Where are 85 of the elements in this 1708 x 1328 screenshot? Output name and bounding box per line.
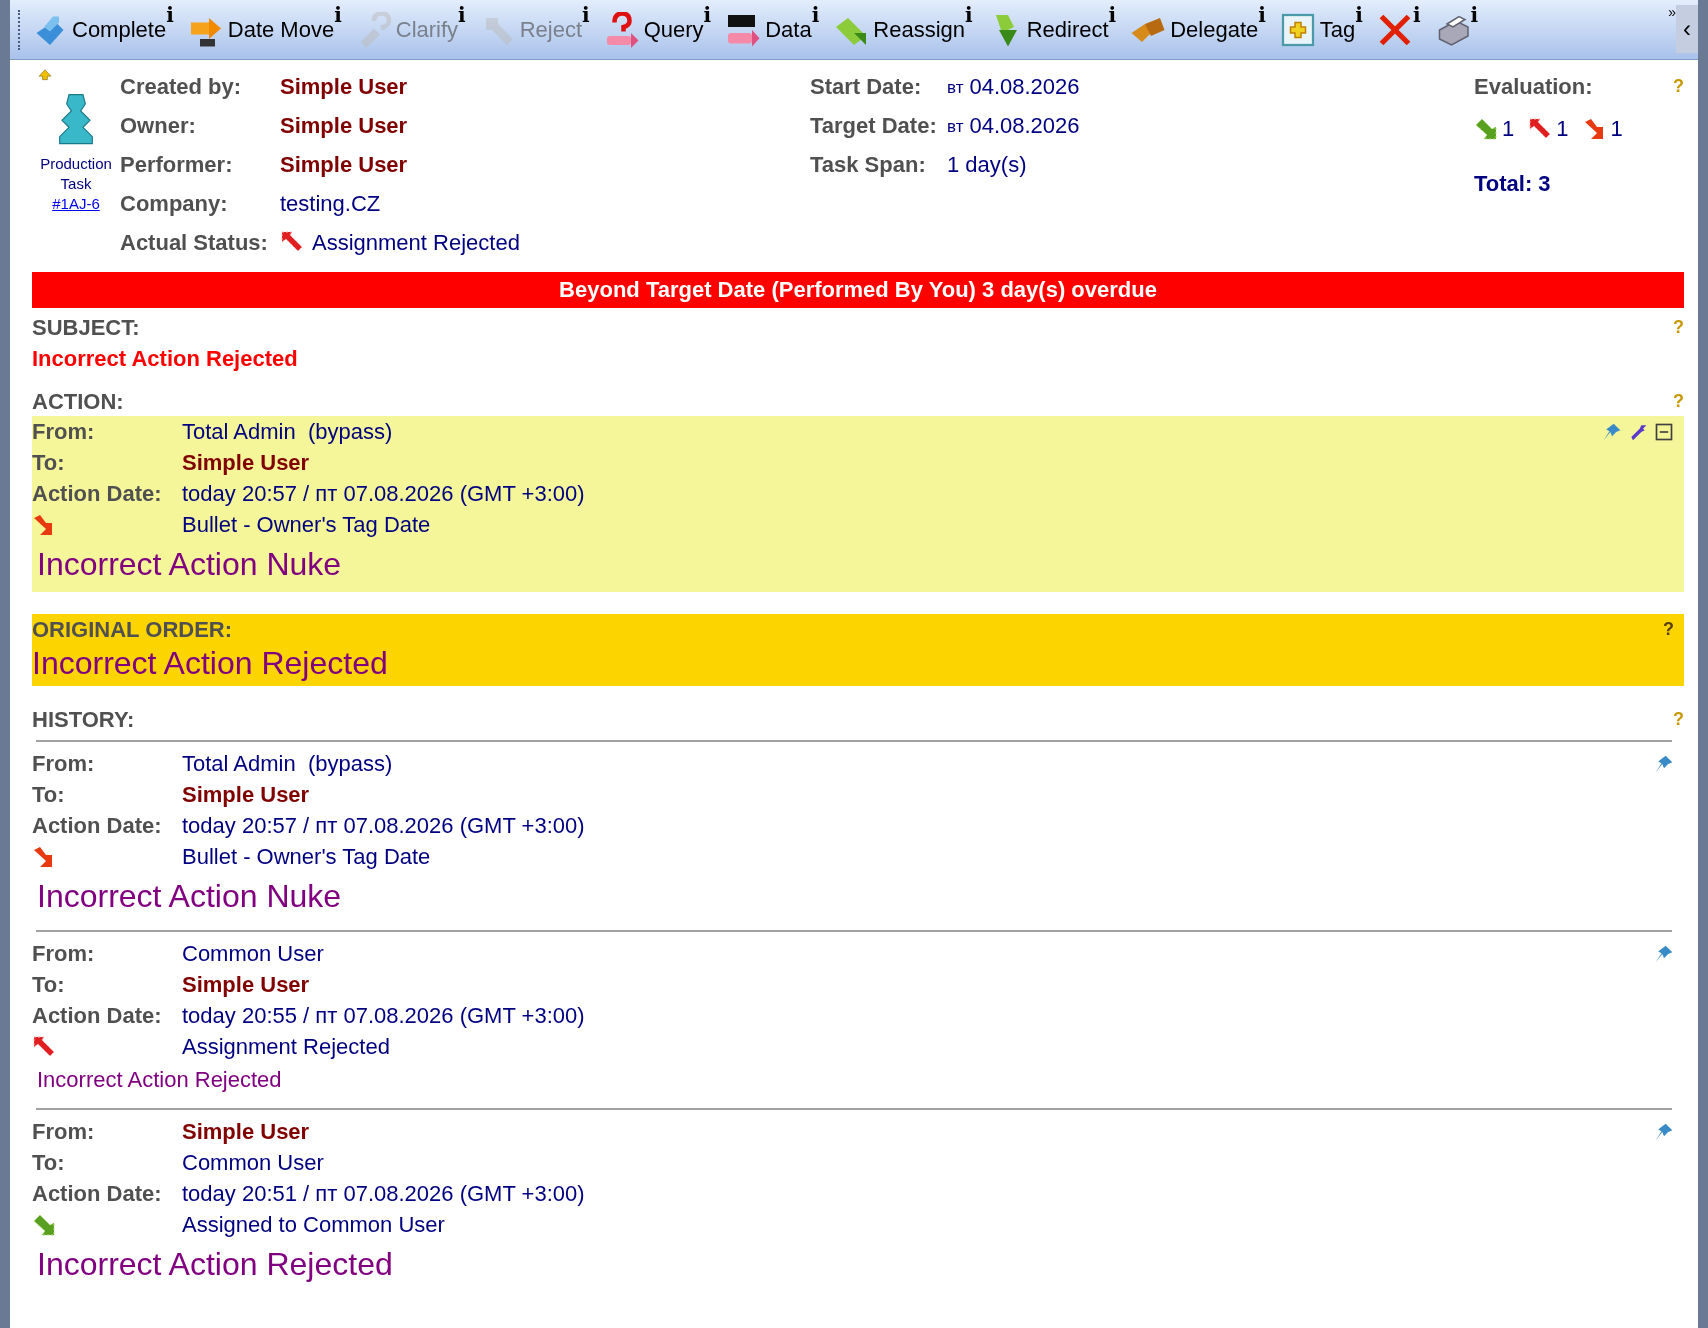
field-label: Target Date: — [810, 111, 938, 140]
field-value: Assignment Rejected — [312, 228, 520, 257]
field-label: From: — [32, 750, 96, 778]
toolbar-button[interactable]: Query i — [600, 2, 715, 57]
field-label: From: — [32, 1118, 96, 1146]
field-label: Created by: — [120, 72, 243, 101]
field-label: Company: — [120, 189, 229, 218]
collapse-button[interactable]: ‹ — [1676, 5, 1698, 53]
field-label: Action Date: — [32, 812, 163, 840]
toolbar-button[interactable]: Tag i — [1276, 2, 1366, 57]
section-label: HISTORY: — [32, 705, 135, 734]
field-value: Simple User — [182, 781, 310, 809]
overflow-chevron[interactable]: » — [1668, 2, 1676, 23]
field-value: Common User — [182, 1149, 324, 1177]
up-arrow-icon — [36, 68, 54, 82]
field-label: From: — [32, 940, 96, 968]
field-label: Start Date: — [810, 72, 923, 101]
striped-arrow-icon — [1474, 116, 1498, 141]
field-value: today 20:51 / пт 07.08.2026 (GMT +3:00) — [182, 1180, 585, 1208]
striped-arrow-icon — [32, 1034, 56, 1059]
field-label: Action Date: — [32, 1180, 163, 1208]
field-value: 04.08.2026 — [969, 111, 1080, 140]
tag-add-icon — [1279, 11, 1316, 48]
field-value: 1 day(s) — [947, 150, 1027, 179]
evaluation-label: Evaluation: — [1474, 72, 1593, 101]
help-icon[interactable]: ? — [1663, 615, 1674, 643]
toolbar-button[interactable]: Reassign i — [830, 2, 976, 57]
field-value: Simple User — [280, 111, 408, 140]
field-label: Actual Status: — [120, 228, 269, 257]
field-label: Owner: — [120, 111, 197, 140]
field-value: today 20:55 / пт 07.08.2026 (GMT +3:00) — [182, 1002, 585, 1030]
task-type: Production Task — [39, 154, 113, 194]
field-value: Common User — [182, 940, 324, 968]
original-order-text: Incorrect Action Rejected — [32, 644, 389, 682]
field-label: To: — [32, 449, 66, 477]
field-value: Total Admin (bypass) — [182, 418, 393, 446]
field-value: Simple User — [182, 1118, 310, 1146]
section-label: SUBJECT: — [32, 313, 140, 342]
status-text: Bullet - Owner's Tag Date — [182, 511, 431, 539]
field-label: Action Date: — [32, 1002, 163, 1030]
status-text: Assigned to Common User — [182, 1211, 445, 1239]
field-label: From: — [32, 418, 96, 446]
toolbar-button[interactable]: Delegate i — [1127, 2, 1269, 57]
subject-text: Incorrect Action Rejected — [32, 345, 299, 373]
message-text: Incorrect Action Nuke — [36, 877, 343, 916]
weekday-label: вт — [947, 76, 964, 99]
weekday-label: вт — [947, 115, 964, 138]
field-label: Action Date: — [32, 480, 163, 508]
field-label: To: — [32, 971, 66, 999]
task-id-link[interactable]: #1AJ-6 — [52, 194, 100, 214]
toolbar-button[interactable]: Data i — [722, 2, 823, 57]
collapse-icon — [1654, 422, 1674, 442]
evaluation-count: 1 — [1502, 115, 1515, 143]
toolbar-button[interactable]: Redirect i — [983, 2, 1120, 57]
section-label: ACTION: — [32, 387, 124, 416]
toolbar-button[interactable]: i — [1431, 2, 1482, 57]
evaluation-total: Total: 3 — [1474, 170, 1552, 198]
field-label: Performer: — [120, 150, 234, 179]
field-value: today 20:57 / пт 07.08.2026 (GMT +3:00) — [182, 812, 585, 840]
toolbar-button[interactable]: i — [1373, 2, 1424, 57]
status-text: Assignment Rejected — [182, 1033, 390, 1061]
field-label: Task Span: — [810, 150, 927, 179]
status-text: Bullet - Owner's Tag Date — [182, 843, 431, 871]
message-text: Incorrect Action Nuke — [36, 545, 343, 584]
section-label: ORIGINAL ORDER: — [32, 615, 233, 644]
evaluation-count: 1 — [1610, 115, 1623, 143]
field-value: Simple User — [182, 971, 310, 999]
striped-arrow-icon — [32, 1212, 56, 1237]
field-value: Simple User — [280, 72, 408, 101]
striped-arrow-icon — [280, 230, 304, 254]
evaluation-count: 1 — [1556, 115, 1569, 143]
field-label: To: — [32, 1149, 66, 1177]
striped-arrow-icon — [1528, 116, 1553, 141]
toolbar-button[interactable]: Date Move i — [184, 2, 345, 57]
field-value: today 20:57 / пт 07.08.2026 (GMT +3:00) — [182, 480, 585, 508]
field-label: To: — [32, 781, 66, 809]
message-text: Incorrect Action Rejected — [36, 1245, 394, 1284]
overdue-banner: Beyond Target Date (Performed By You) 3 day(s) overdue — [32, 272, 1684, 308]
field-value: Simple User — [182, 449, 310, 477]
field-value: Simple User — [280, 150, 408, 179]
field-value: testing.CZ — [280, 189, 381, 218]
toolbar-button[interactable]: Complete i — [29, 2, 177, 57]
field-value: 04.08.2026 — [969, 72, 1080, 101]
field-value: Total Admin (bypass) — [182, 750, 393, 778]
message-text: Incorrect Action Rejected — [36, 1066, 283, 1094]
